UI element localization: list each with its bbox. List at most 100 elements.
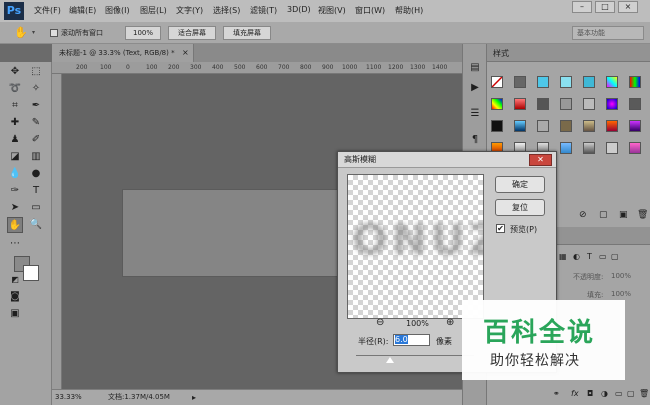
style-swatch[interactable] [514, 98, 526, 110]
style-swatch[interactable] [560, 98, 572, 110]
style-swatch[interactable] [537, 120, 549, 132]
minimize-button[interactable]: – [572, 1, 592, 13]
document-canvas[interactable] [122, 189, 340, 277]
radius-input[interactable]: 6.0 [393, 334, 430, 346]
clone-stamp-icon[interactable]: ♟ [7, 132, 23, 148]
new-group-icon[interactable]: ▭ [615, 389, 623, 398]
menu-file[interactable]: 文件(F) [34, 5, 61, 16]
magic-wand-icon[interactable]: ✧ [28, 81, 44, 97]
gradient-tool-icon[interactable]: ▥ [28, 149, 44, 165]
chevron-down-icon[interactable]: ▾ [32, 29, 35, 36]
style-swatch[interactable] [514, 76, 526, 88]
scroll-all-checkbox[interactable] [50, 29, 58, 37]
adjustment-layer-icon[interactable]: ◑ [601, 389, 608, 398]
preview-checkbox[interactable]: ✔ [496, 224, 505, 233]
style-swatch[interactable] [491, 98, 503, 110]
pixel-filter-icon[interactable]: ▦ [559, 252, 567, 261]
menu-filter[interactable]: 滤镜(T) [250, 5, 277, 16]
dialog-close-button[interactable]: ✕ [529, 154, 552, 166]
history-panel-icon[interactable]: ▤ [467, 60, 483, 76]
style-swatch[interactable] [629, 76, 641, 88]
style-swatch[interactable] [629, 142, 641, 154]
shape-filter-icon[interactable]: ▭ [599, 252, 607, 261]
mask-icon[interactable]: ◘ [587, 389, 593, 398]
zoom-out-icon[interactable]: ⊖ [376, 317, 384, 328]
menu-window[interactable]: 窗口(W) [355, 5, 385, 16]
crop-tool-icon[interactable]: ⌗ [7, 98, 23, 114]
screen-mode-icon[interactable]: ▣ [7, 306, 23, 322]
eraser-tool-icon[interactable]: ◪ [7, 149, 23, 165]
style-swatch[interactable] [560, 142, 572, 154]
lasso-tool-icon[interactable]: ➰ [7, 81, 23, 97]
style-swatch[interactable] [629, 98, 641, 110]
style-swatch-none[interactable] [491, 76, 503, 88]
style-swatch[interactable] [491, 120, 503, 132]
properties-panel-icon[interactable]: ☰ [467, 106, 483, 122]
zoom-in-icon[interactable]: ⊕ [446, 317, 454, 328]
brush-tool-icon[interactable]: ✎ [28, 115, 44, 131]
close-tab-icon[interactable]: × [182, 44, 189, 62]
tab-styles[interactable]: 样式 [493, 48, 509, 59]
style-swatch[interactable] [560, 120, 572, 132]
fx-icon[interactable]: fx [571, 389, 579, 398]
workspace-select[interactable]: 基本功能 [572, 26, 644, 40]
fit-screen-button[interactable]: 适合屏幕 [168, 26, 216, 40]
style-swatch[interactable] [606, 120, 618, 132]
style-swatch[interactable] [606, 142, 618, 154]
radius-slider-handle[interactable] [386, 357, 394, 363]
reset-button[interactable]: 复位 [495, 199, 545, 216]
more-tools-icon[interactable]: ⋯ [7, 236, 23, 252]
rectangle-tool-icon[interactable]: ▭ [28, 200, 44, 216]
quick-mask-icon[interactable]: ◙ [7, 289, 23, 305]
menu-3d[interactable]: 3D(D) [287, 5, 311, 14]
zoom-readout[interactable]: 33.33% [55, 390, 82, 405]
document-tab[interactable]: 未标题-1 @ 33.3% (Text, RGB/8) * × [52, 44, 194, 62]
style-swatch[interactable] [583, 98, 595, 110]
style-swatch[interactable] [629, 120, 641, 132]
new-layer-icon[interactable]: ▢ [627, 389, 635, 398]
blur-tool-icon[interactable]: 💧 [7, 166, 23, 182]
default-colors-icon[interactable]: ◩ [7, 272, 23, 288]
fill-value[interactable]: 100% [611, 290, 631, 298]
hand-tool-icon[interactable]: ✋ [14, 26, 28, 39]
link-layers-icon[interactable]: ⚭ [553, 389, 560, 398]
style-swatch[interactable] [606, 98, 618, 110]
type-filter-icon[interactable]: T [587, 252, 592, 261]
status-arrow-icon[interactable]: ▸ [192, 390, 196, 405]
type-tool-icon[interactable]: T [28, 183, 44, 199]
menu-select[interactable]: 选择(S) [213, 5, 240, 16]
healing-brush-icon[interactable]: ✚ [7, 115, 23, 131]
actions-panel-icon[interactable]: ▶ [467, 80, 483, 96]
adjust-filter-icon[interactable]: ◐ [573, 252, 580, 261]
smart-filter-icon[interactable]: ▢ [611, 252, 619, 261]
trash-icon[interactable]: 🗑 [637, 210, 648, 220]
eyedropper-icon[interactable]: ✒ [28, 98, 44, 114]
style-swatch[interactable] [606, 76, 618, 88]
move-tool-icon[interactable]: ✥ [7, 64, 23, 80]
zoom-tool-icon[interactable]: 🔍 [28, 217, 44, 233]
close-window-button[interactable]: × [618, 1, 638, 13]
blur-preview[interactable]: ONUZ [347, 174, 484, 319]
menu-help[interactable]: 帮助(H) [395, 5, 423, 16]
delete-layer-icon[interactable]: 🗑 [639, 389, 649, 398]
paragraph-panel-icon[interactable]: ¶ [467, 132, 483, 148]
pen-tool-icon[interactable]: ✑ [7, 183, 23, 199]
style-swatch[interactable] [560, 76, 572, 88]
delete-style-icon[interactable]: ⊘ [579, 210, 587, 220]
hand-tool-icon[interactable]: ✋ [7, 217, 23, 233]
style-swatch[interactable] [537, 76, 549, 88]
style-swatch[interactable] [583, 142, 595, 154]
path-selection-icon[interactable]: ➤ [7, 200, 23, 216]
restore-button[interactable]: □ [595, 1, 615, 13]
style-swatch[interactable] [537, 98, 549, 110]
fill-screen-button[interactable]: 填充屏幕 [223, 26, 271, 40]
style-swatch[interactable] [514, 120, 526, 132]
opacity-value[interactable]: 100% [611, 272, 631, 280]
zoom-100-button[interactable]: 100% [125, 26, 161, 40]
new-style-icon[interactable]: ▢ [599, 210, 608, 220]
radius-slider-track[interactable] [356, 355, 474, 356]
background-color-swatch[interactable] [23, 265, 39, 281]
menu-image[interactable]: 图像(I) [105, 5, 130, 16]
style-swatch[interactable] [583, 76, 595, 88]
menu-view[interactable]: 视图(V) [318, 5, 346, 16]
